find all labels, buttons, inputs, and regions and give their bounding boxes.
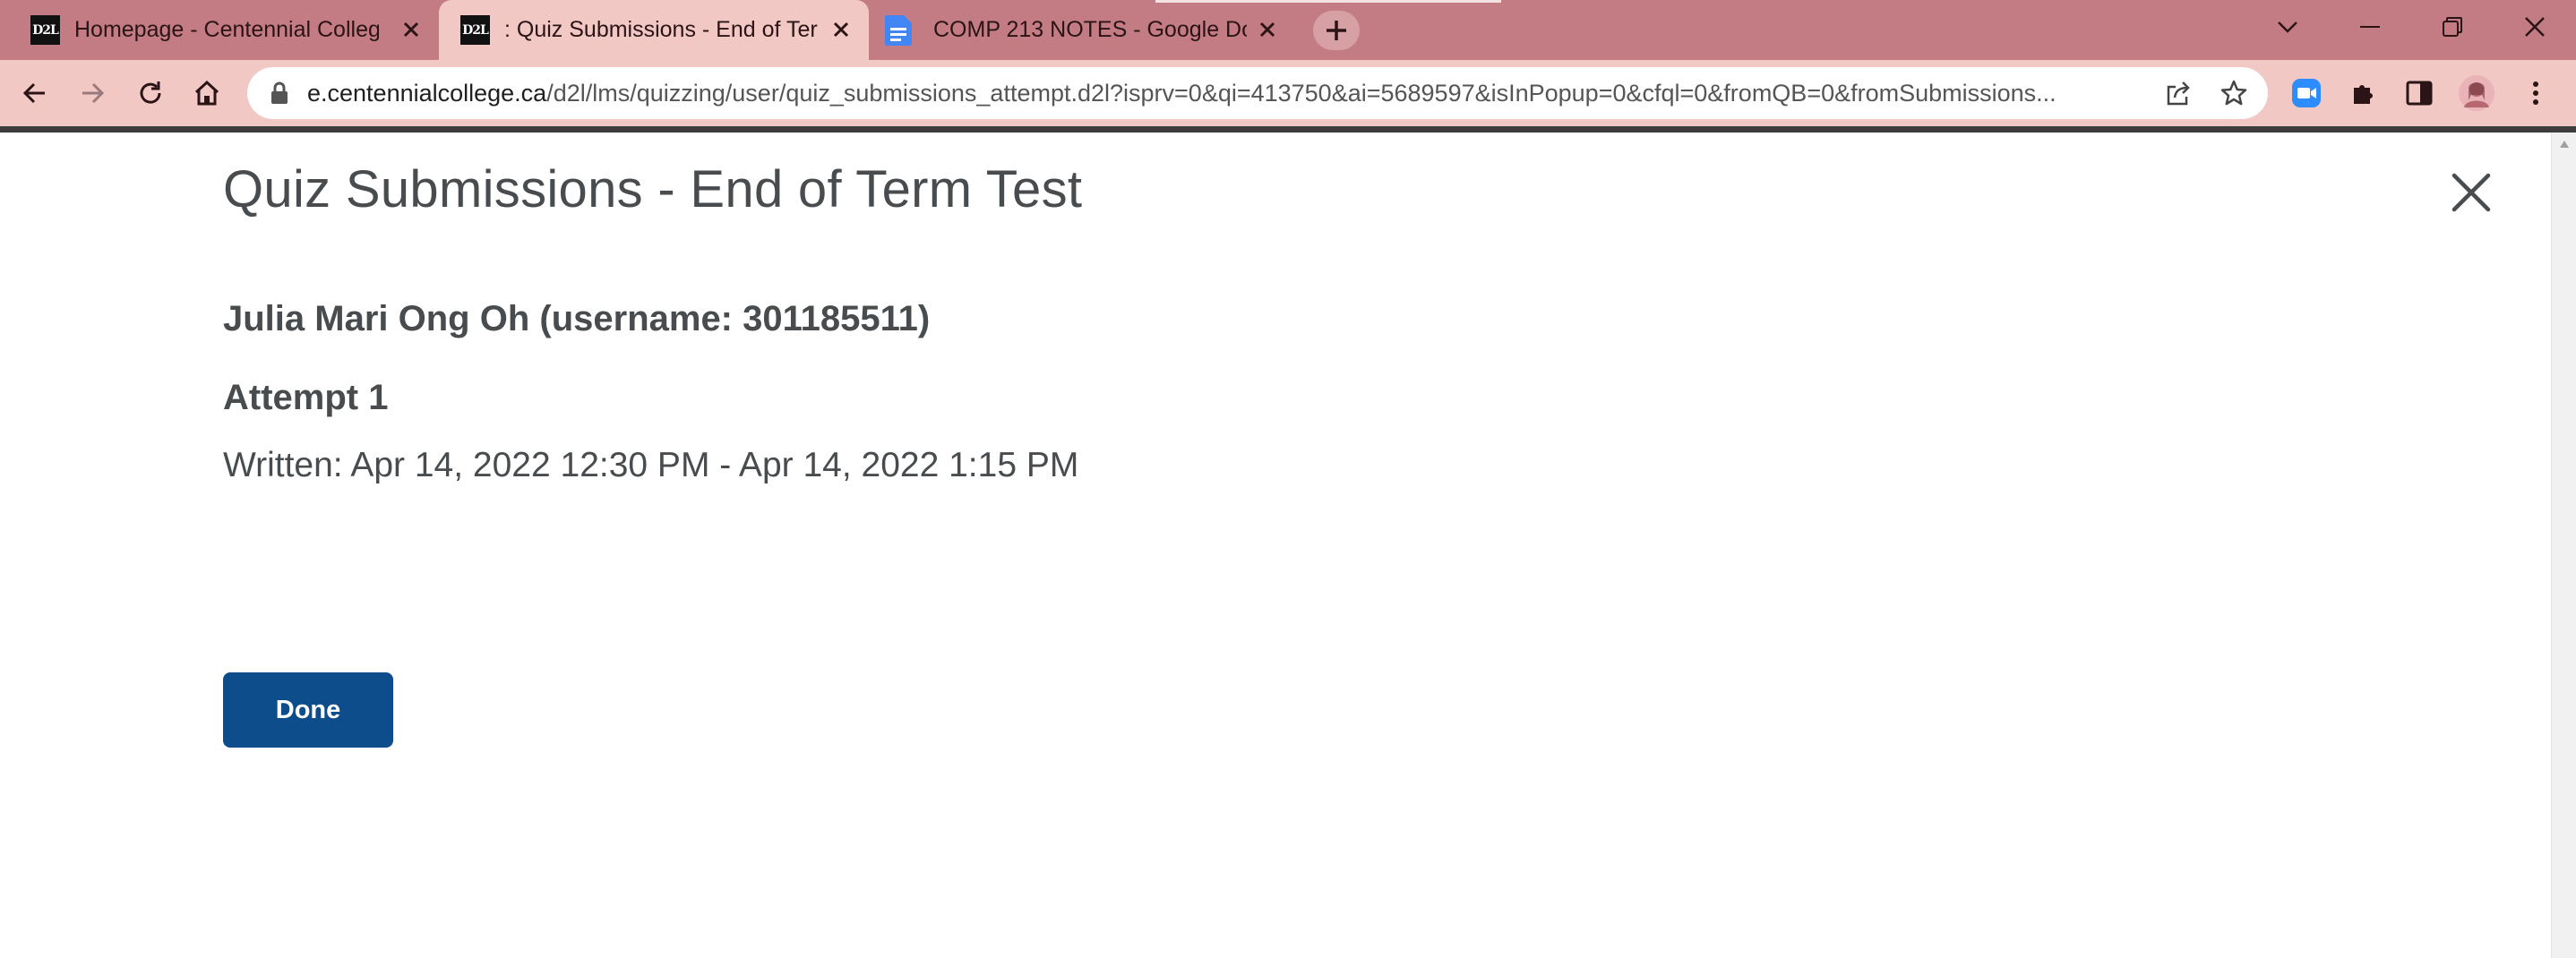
quiz-submission-dialog: Quiz Submissions - End of Term Test Juli… xyxy=(0,133,2551,958)
url-text[interactable]: e.centennialcollege.ca/d2l/lms/quizzing/… xyxy=(307,67,2134,119)
done-button[interactable]: Done xyxy=(223,672,393,748)
bookmark-button[interactable] xyxy=(2216,75,2252,111)
google-docs-icon xyxy=(885,14,912,46)
tab-quiz-submissions[interactable]: D2L : Quiz Submissions - End of Term xyxy=(439,0,869,60)
restore-button[interactable] xyxy=(2411,0,2494,54)
plus-icon xyxy=(1327,21,1346,40)
new-tab-button[interactable] xyxy=(1313,11,1360,50)
address-bar[interactable]: e.centennialcollege.ca/d2l/lms/quizzing/… xyxy=(247,67,2268,119)
url-path: /d2l/lms/quizzing/user/quiz_submissions_… xyxy=(546,80,2057,107)
avatar-icon xyxy=(2459,75,2494,111)
browser-toolbar: e.centennialcollege.ca/d2l/lms/quizzing/… xyxy=(0,60,2576,126)
profile-avatar[interactable] xyxy=(2456,73,2497,114)
extensions-button[interactable] xyxy=(2343,73,2384,114)
share-button[interactable] xyxy=(2160,75,2196,111)
dialog-title: Quiz Submissions - End of Term Test xyxy=(223,160,1083,218)
page-scrollbar[interactable] xyxy=(2551,133,2576,958)
close-icon xyxy=(2451,173,2491,212)
close-icon xyxy=(2525,17,2545,37)
page-top-border xyxy=(0,126,2576,133)
written-timestamp: Written: Apr 14, 2022 12:30 PM - Apr 14,… xyxy=(223,446,1079,484)
reload-button[interactable] xyxy=(130,73,171,114)
arrow-left-icon xyxy=(22,82,45,104)
reload-icon xyxy=(140,81,161,104)
student-name: Julia Mari Ong Oh (username: 301185511) xyxy=(223,299,931,338)
side-panel-icon xyxy=(2406,81,2433,106)
share-icon xyxy=(2167,81,2190,106)
tab-google-docs[interactable]: COMP 213 NOTES - Google Docs xyxy=(874,0,1295,60)
arrow-right-icon xyxy=(82,82,105,104)
dialog-close-button[interactable] xyxy=(2447,168,2495,217)
tab-close-icon[interactable] xyxy=(1252,14,1283,45)
chevron-down-icon xyxy=(2278,21,2297,33)
tab-title: Homepage - Centennial College xyxy=(74,17,379,42)
d2l-favicon-icon: D2L xyxy=(460,15,490,45)
tab-strip: D2L Homepage - Centennial College D2L : … xyxy=(0,0,2576,60)
restore-icon xyxy=(2443,17,2462,37)
tab-search-button[interactable] xyxy=(2246,0,2329,54)
url-host: e.centennialcollege.ca xyxy=(307,80,547,107)
menu-button[interactable] xyxy=(2515,73,2556,114)
tab-title: : Quiz Submissions - End of Term xyxy=(504,17,818,42)
zoom-extension-button[interactable] xyxy=(2286,73,2327,114)
minimize-icon xyxy=(2360,26,2380,28)
minimize-button[interactable] xyxy=(2329,0,2411,54)
lock-icon[interactable] xyxy=(270,81,288,105)
home-icon xyxy=(194,80,219,106)
tab-title: COMP 213 NOTES - Google Docs xyxy=(933,17,1247,42)
forward-button[interactable] xyxy=(72,73,113,114)
zoom-icon xyxy=(2292,79,2321,107)
home-button[interactable] xyxy=(186,73,228,114)
star-icon xyxy=(2220,80,2247,106)
kebab-menu-icon xyxy=(2533,81,2538,105)
tab-close-icon[interactable] xyxy=(396,14,426,45)
tab-close-icon[interactable] xyxy=(826,14,856,45)
scroll-up-arrow-icon[interactable] xyxy=(2559,140,2570,149)
tab-homepage[interactable]: D2L Homepage - Centennial College xyxy=(13,0,434,60)
attempt-label: Attempt 1 xyxy=(223,378,389,417)
d2l-favicon-icon: D2L xyxy=(30,15,60,45)
back-button[interactable] xyxy=(14,73,56,114)
puzzle-icon xyxy=(2354,85,2373,104)
side-panel-button[interactable] xyxy=(2399,73,2440,114)
close-window-button[interactable] xyxy=(2494,0,2576,54)
